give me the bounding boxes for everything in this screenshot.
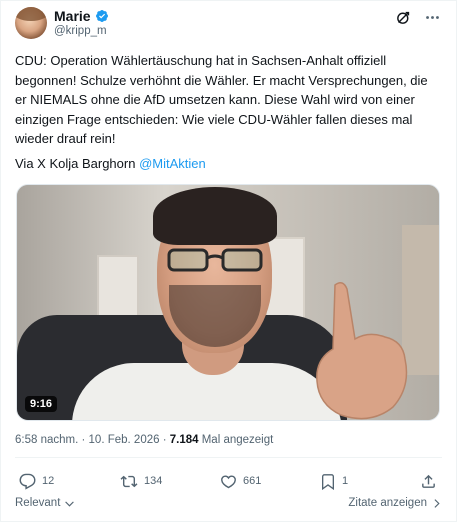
author-avatar[interactable] bbox=[15, 7, 47, 39]
repost-icon bbox=[120, 475, 138, 487]
grok-icon[interactable] bbox=[395, 9, 412, 26]
reply-count: 12 bbox=[42, 475, 55, 487]
like-count: 661 bbox=[243, 475, 262, 487]
like-icon bbox=[221, 474, 236, 488]
video-person-hand bbox=[316, 282, 408, 420]
bookmark-count: 1 bbox=[342, 475, 349, 487]
like-button[interactable]: 661 bbox=[220, 470, 261, 492]
repost-count: 134 bbox=[144, 475, 163, 487]
mention-link[interactable]: @MitAktien bbox=[139, 156, 206, 171]
replies-footer: Relevant Zitate anzeigen bbox=[15, 497, 442, 515]
chevron-right-icon bbox=[434, 498, 440, 508]
sort-label: Relevant bbox=[15, 497, 61, 509]
reply-button[interactable]: 12 bbox=[19, 470, 54, 492]
bookmark-icon bbox=[322, 473, 334, 490]
tweet-header: Marie @kripp_m bbox=[15, 7, 445, 43]
meta-separator: · bbox=[78, 434, 89, 446]
author-name[interactable]: Marie bbox=[54, 8, 91, 24]
tweet-text: CDU: Operation Wählertäuschung hat in Sa… bbox=[15, 53, 432, 146]
author-handle[interactable]: @kripp_m bbox=[54, 25, 109, 37]
view-quotes-link[interactable]: Zitate anzeigen bbox=[348, 497, 442, 509]
tweet-card: Marie @kripp_m CDU: Operation Wählertäus… bbox=[0, 0, 457, 522]
meta-separator-2: · bbox=[159, 434, 170, 446]
video-person-hair bbox=[153, 187, 277, 245]
video-duration-badge: 9:16 bbox=[25, 396, 58, 412]
views-label: Mal angezeigt bbox=[198, 434, 274, 446]
quotes-label: Zitate anzeigen bbox=[348, 497, 427, 509]
more-icon[interactable] bbox=[424, 9, 441, 26]
verified-badge-icon bbox=[95, 9, 108, 22]
chevron-down-icon bbox=[65, 500, 75, 507]
share-button[interactable] bbox=[420, 470, 437, 492]
share-icon bbox=[422, 474, 435, 488]
video-player[interactable]: 9:16 bbox=[16, 184, 440, 421]
header-actions bbox=[395, 9, 441, 26]
tweet-meta: 6:58 nachm. · 10. Feb. 2026 · 7.184 Mal … bbox=[15, 434, 273, 446]
video-person-glasses bbox=[167, 248, 263, 272]
action-bar: 12 134 661 1 bbox=[15, 470, 442, 492]
via-prefix: Via X Kolja Barghorn bbox=[15, 156, 140, 171]
divider bbox=[15, 457, 442, 458]
sort-replies-dropdown[interactable]: Relevant bbox=[15, 497, 75, 509]
views-count: 7.184 bbox=[169, 434, 199, 446]
tweet-time[interactable]: 6:58 nachm. bbox=[15, 434, 78, 446]
repost-button[interactable]: 134 bbox=[120, 470, 162, 492]
author-info: Marie @kripp_m bbox=[54, 7, 109, 37]
reply-icon bbox=[19, 473, 36, 490]
bookmark-button[interactable]: 1 bbox=[320, 470, 348, 492]
tweet-date[interactable]: 10. Feb. 2026 bbox=[89, 434, 160, 446]
tweet-via-line: Via X Kolja Barghorn @MitAktien bbox=[15, 154, 206, 173]
